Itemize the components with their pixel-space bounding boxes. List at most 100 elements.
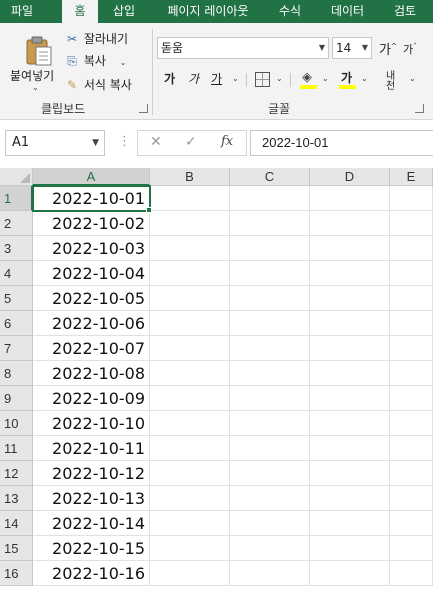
grid-cell[interactable] <box>230 361 310 386</box>
grid-cell[interactable] <box>230 186 310 211</box>
row-header[interactable]: 7 <box>0 336 33 361</box>
grid-cell[interactable] <box>390 536 433 561</box>
row-header[interactable]: 1 <box>0 186 33 211</box>
grid-cell[interactable] <box>310 536 390 561</box>
clipboard-launcher-icon[interactable] <box>139 104 148 113</box>
grid-cell[interactable] <box>150 486 230 511</box>
grid-cell[interactable] <box>310 511 390 536</box>
grid-cell[interactable] <box>230 261 310 286</box>
column-header-b[interactable]: B <box>150 168 230 186</box>
grid-cell[interactable] <box>150 561 230 586</box>
grid-cell[interactable] <box>150 511 230 536</box>
column-header-d[interactable]: D <box>310 168 390 186</box>
grid-cell[interactable] <box>150 186 230 211</box>
grid-cell[interactable]: 2022-10-08 <box>33 361 150 386</box>
tab-page-layout[interactable]: 페이지 레이아웃 <box>153 0 263 23</box>
paste-button[interactable]: 붙여넣기 ⌄ <box>4 27 60 93</box>
font-size-select[interactable]: 14 ▼ <box>332 37 372 59</box>
select-all-button[interactable] <box>0 168 33 186</box>
font-name-select[interactable]: 돋움 ▼ <box>157 37 329 59</box>
grid-cell[interactable] <box>390 261 433 286</box>
grid-cell[interactable] <box>390 511 433 536</box>
grid-cell[interactable]: 2022-10-11 <box>33 436 150 461</box>
row-header[interactable]: 16 <box>0 561 33 586</box>
grid-cell[interactable] <box>230 236 310 261</box>
formula-bar-grip-icon[interactable]: ⋮ <box>118 134 131 149</box>
grid-cell[interactable] <box>150 461 230 486</box>
italic-button[interactable]: 가 <box>188 69 199 89</box>
grid-cell[interactable]: 2022-10-12 <box>33 461 150 486</box>
row-header[interactable]: 10 <box>0 411 33 436</box>
grid-cell[interactable]: 2022-10-14 <box>33 511 150 536</box>
grid-cell[interactable] <box>310 361 390 386</box>
column-header-e[interactable]: E <box>390 168 433 186</box>
grid-cell[interactable]: 2022-10-02 <box>33 211 150 236</box>
grid-cell[interactable] <box>150 236 230 261</box>
grid-cell[interactable] <box>390 186 433 211</box>
grid-cell[interactable] <box>150 286 230 311</box>
fill-color-button[interactable]: ◈ <box>300 68 318 90</box>
grid-cell[interactable]: 2022-10-13 <box>33 486 150 511</box>
grid-cell[interactable] <box>390 336 433 361</box>
row-header[interactable]: 4 <box>0 261 33 286</box>
grid-cell[interactable] <box>150 436 230 461</box>
chevron-down-icon[interactable]: ⌄ <box>276 69 283 89</box>
grid-cell[interactable]: 2022-10-09 <box>33 386 150 411</box>
grid-cell[interactable] <box>310 561 390 586</box>
grid-cell[interactable] <box>310 411 390 436</box>
chevron-down-icon[interactable]: ⌄ <box>409 69 416 89</box>
grid-cell[interactable]: 2022-10-04 <box>33 261 150 286</box>
borders-icon[interactable] <box>255 72 270 87</box>
tab-data[interactable]: 데이터 <box>320 0 375 23</box>
tab-insert[interactable]: 삽입 <box>105 0 143 23</box>
row-header[interactable]: 12 <box>0 461 33 486</box>
cut-button[interactable]: ✂ 잘라내기 <box>64 30 128 48</box>
grid-cell[interactable]: 2022-10-16 <box>33 561 150 586</box>
grid-cell[interactable] <box>310 286 390 311</box>
tab-formulas[interactable]: 수식 <box>270 0 310 23</box>
grid-cell[interactable] <box>150 361 230 386</box>
copy-button[interactable]: ⎘ 복사 ⌄ <box>64 52 126 70</box>
grid-cell[interactable] <box>230 511 310 536</box>
underline-button[interactable]: 가 <box>211 69 222 89</box>
grid-cell[interactable] <box>310 236 390 261</box>
grid-cell[interactable] <box>310 311 390 336</box>
row-header[interactable]: 8 <box>0 361 33 386</box>
grid-cell[interactable] <box>390 236 433 261</box>
row-header[interactable]: 15 <box>0 536 33 561</box>
grid-cell[interactable] <box>230 211 310 236</box>
row-header[interactable]: 11 <box>0 436 33 461</box>
grid-cell[interactable] <box>390 286 433 311</box>
grid-cell[interactable] <box>310 186 390 211</box>
row-header[interactable]: 9 <box>0 386 33 411</box>
formula-input[interactable]: 2022-10-01 <box>250 130 433 156</box>
grid-cell[interactable] <box>310 386 390 411</box>
grid-cell[interactable] <box>310 261 390 286</box>
column-header-c[interactable]: C <box>230 168 310 186</box>
grid-cell[interactable] <box>390 386 433 411</box>
grid-cell[interactable] <box>150 311 230 336</box>
enter-icon[interactable]: ✓ <box>185 134 197 150</box>
grid-cell[interactable] <box>390 361 433 386</box>
tab-review[interactable]: 검토 <box>384 0 426 23</box>
format-painter-button[interactable]: ✎ 서식 복사 <box>64 76 132 94</box>
grid-cell[interactable]: 2022-10-06 <box>33 311 150 336</box>
grid-cell[interactable] <box>390 436 433 461</box>
grid-cell[interactable] <box>230 386 310 411</box>
grid-cell[interactable] <box>230 336 310 361</box>
font-color-button[interactable]: 가 <box>339 68 357 90</box>
grid-cell[interactable] <box>150 211 230 236</box>
tab-file[interactable]: 파일 <box>0 0 44 23</box>
grid-cell[interactable] <box>390 311 433 336</box>
row-header[interactable]: 3 <box>0 236 33 261</box>
grid-cell[interactable] <box>310 461 390 486</box>
cancel-icon[interactable]: ✕ <box>150 134 162 150</box>
chevron-down-icon[interactable]: ⌄ <box>322 69 329 89</box>
grid-cell[interactable] <box>390 411 433 436</box>
chevron-down-icon[interactable]: ⌄ <box>361 69 368 89</box>
name-box[interactable]: A1 ▼ <box>5 130 105 156</box>
grid-cell[interactable] <box>310 436 390 461</box>
grid-cell[interactable] <box>230 411 310 436</box>
grid-cell[interactable]: 2022-10-07 <box>33 336 150 361</box>
grid-cell[interactable] <box>150 411 230 436</box>
